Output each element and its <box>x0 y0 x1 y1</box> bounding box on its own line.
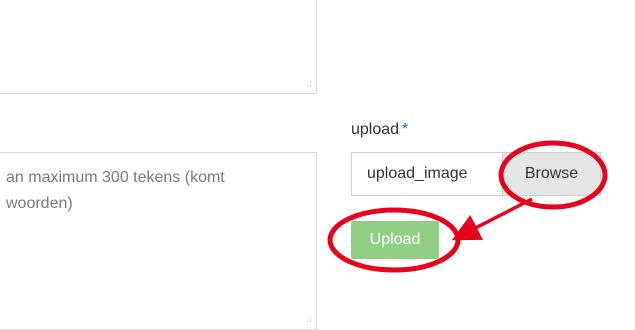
upload-button[interactable]: Upload <box>351 221 439 259</box>
resize-grip-icon[interactable]: .: <box>306 80 312 89</box>
annotation-arrow <box>451 197 533 241</box>
resize-grip-icon[interactable]: .: <box>306 316 312 325</box>
file-name-field[interactable]: upload_image <box>352 153 502 195</box>
file-input-group[interactable]: upload_image Browse <box>351 152 601 196</box>
browse-button[interactable]: Browse <box>502 153 600 195</box>
required-asterisk: * <box>402 121 409 138</box>
top-textarea[interactable]: .: <box>0 0 317 94</box>
description-textarea[interactable]: an maximum 300 tekens (komt woorden) .: <box>0 152 317 330</box>
upload-label-text: upload <box>351 121 400 138</box>
description-textarea-value: an maximum 300 tekens (komt woorden) <box>6 169 225 212</box>
upload-label: upload * <box>351 121 408 139</box>
